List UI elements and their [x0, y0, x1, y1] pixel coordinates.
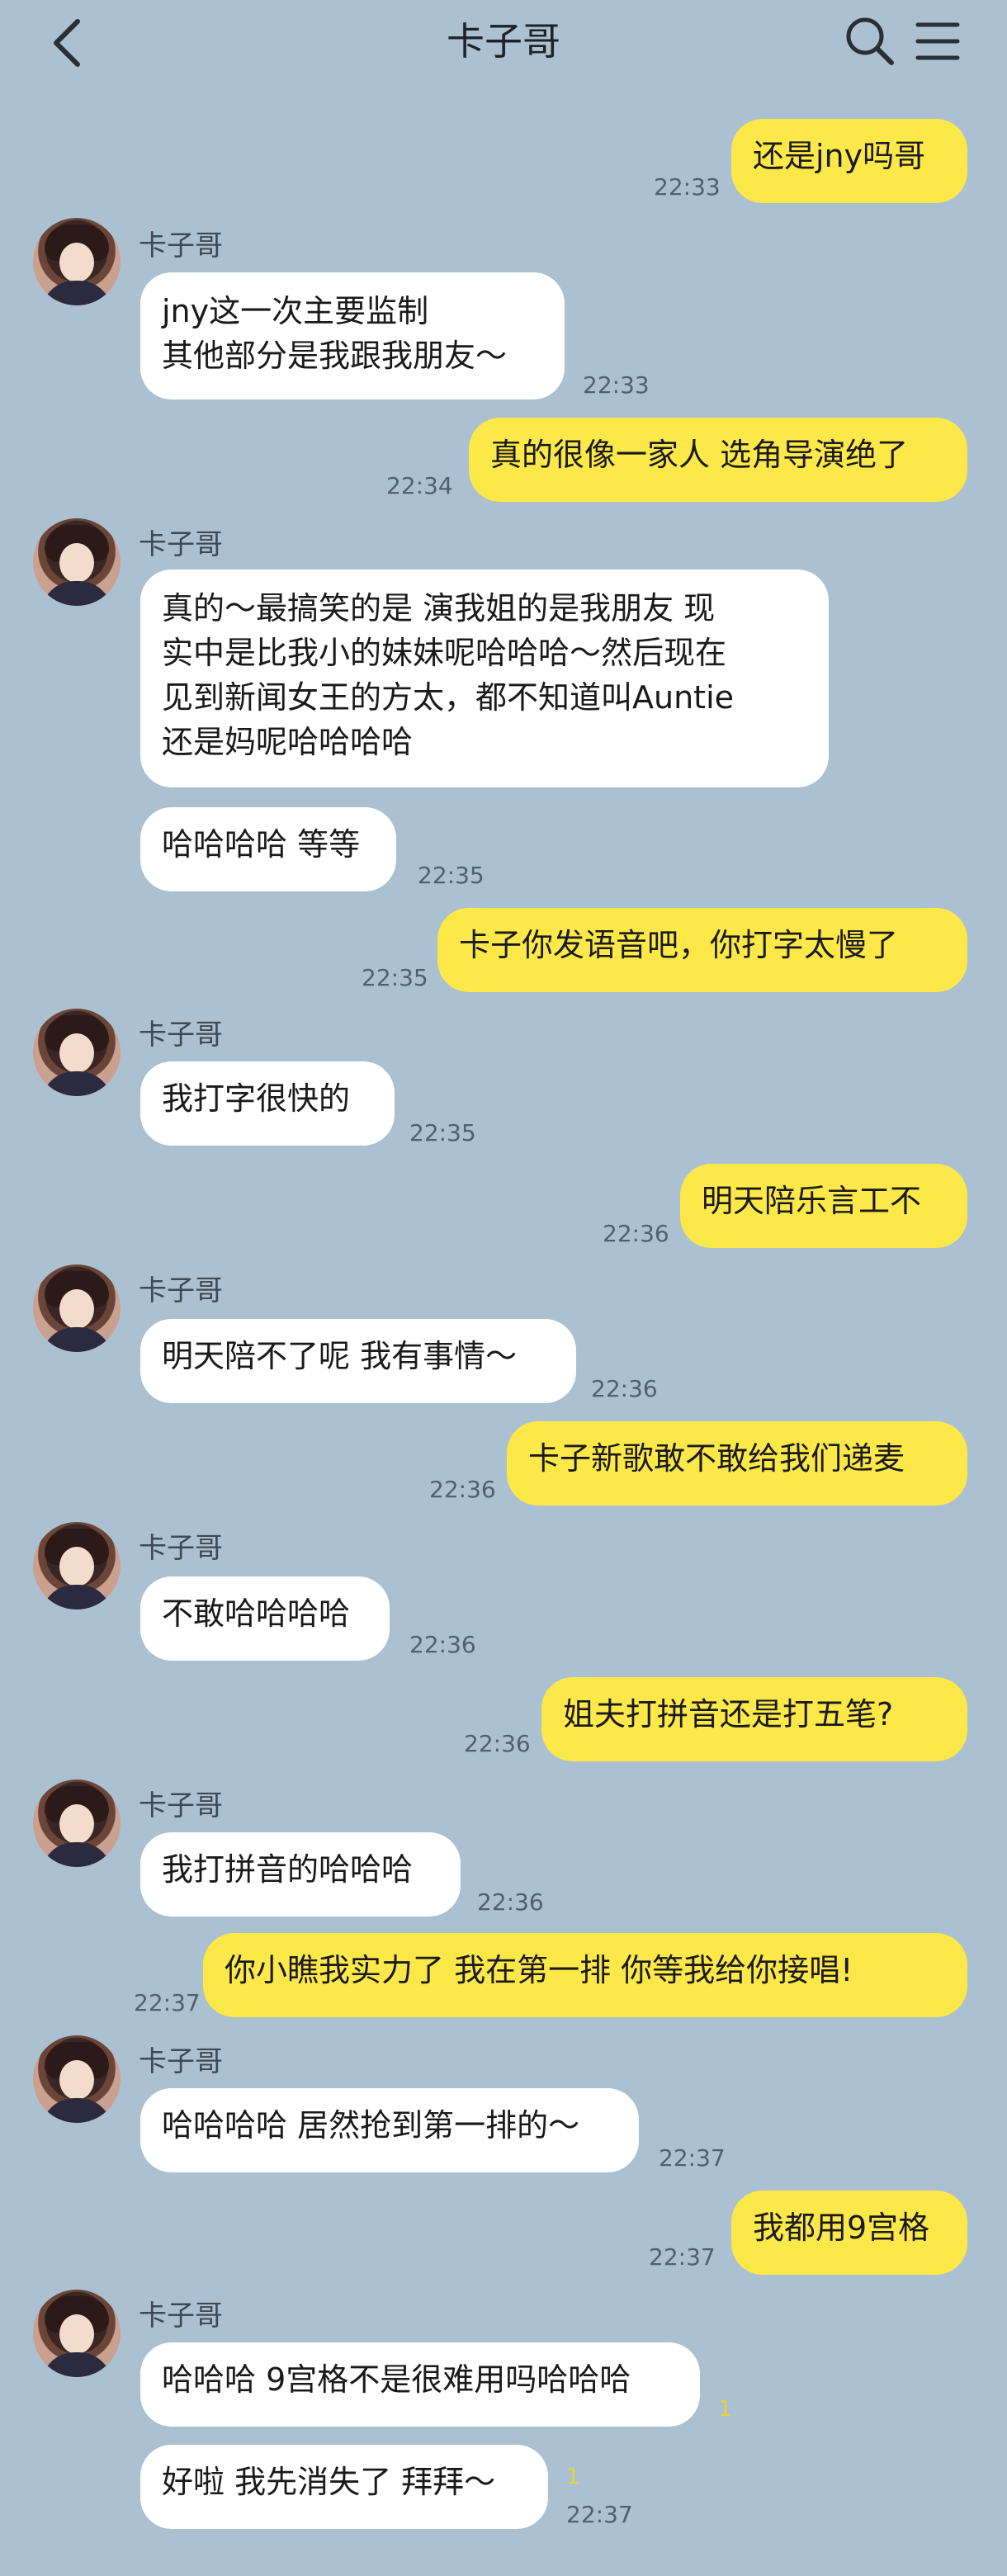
- avatar-face: [59, 243, 94, 282]
- message-timestamp: 22:37: [134, 1989, 201, 2016]
- incoming-message-bubble[interactable]: 好啦 我先消失了 拜拜～: [140, 2445, 548, 2529]
- incoming-message-bubble[interactable]: 明天陪不了呢 我有事情～: [140, 1319, 576, 1403]
- outgoing-message-bubble[interactable]: 姐夫打拼音还是打五笔?: [541, 1677, 967, 1761]
- search-button[interactable]: [840, 12, 898, 69]
- outgoing-message-bubble[interactable]: 你小瞧我实力了 我在第一排 你等我给你接唱!: [203, 1933, 967, 2017]
- avatar-face: [59, 1804, 94, 1844]
- incoming-message-bubble[interactable]: 哈哈哈 9宫格不是很难用吗哈哈哈: [140, 2342, 700, 2427]
- outgoing-message-bubble[interactable]: 卡子你发语音吧，你打字太慢了: [437, 908, 967, 992]
- menu-button[interactable]: [915, 18, 961, 64]
- sender-name: 卡子哥: [139, 528, 223, 561]
- outgoing-message-bubble[interactable]: 我都用9宫格: [731, 2191, 967, 2275]
- menu-icon: [915, 22, 960, 60]
- chat-screen: 卡子哥 还是jny吗哥 22:33 卡子哥 jny这一次主要监制 其他部分是我跟我朋友…: [0, 0, 1007, 2576]
- avatar[interactable]: [33, 1522, 121, 1609]
- incoming-message-bubble[interactable]: 哈哈哈哈 居然抢到第一排的～: [140, 2088, 639, 2172]
- outgoing-message-bubble[interactable]: 真的很像一家人 选角导演绝了: [469, 418, 967, 502]
- message-timestamp: 22:36: [591, 1375, 658, 1402]
- avatar-body: [41, 2098, 112, 2123]
- avatar-body: [41, 1327, 112, 1352]
- sender-name: 卡子哥: [139, 1274, 223, 1307]
- incoming-message-bubble[interactable]: 哈哈哈哈 等等: [140, 807, 396, 891]
- message-timestamp: 22:35: [409, 1119, 476, 1146]
- outgoing-message-bubble[interactable]: 卡子新歌敢不敢给我们递麦: [507, 1421, 967, 1505]
- avatar-face: [59, 1289, 94, 1329]
- outgoing-message-bubble[interactable]: 还是jny吗哥: [731, 119, 967, 203]
- message-timestamp: 22:37: [649, 2243, 716, 2271]
- avatar-body: [41, 1071, 112, 1096]
- sender-name: 卡子哥: [139, 1789, 223, 1822]
- search-icon: [846, 17, 894, 65]
- incoming-message-bubble[interactable]: jny这一次主要监制 其他部分是我跟我朋友～: [140, 272, 565, 399]
- avatar[interactable]: [33, 2290, 121, 2377]
- avatar-body: [41, 281, 112, 305]
- message-timestamp: 22:36: [409, 1631, 476, 1658]
- avatar[interactable]: [33, 1780, 121, 1867]
- sender-name: 卡子哥: [139, 229, 223, 262]
- message-timestamp: 22:35: [418, 862, 485, 889]
- incoming-message-bubble[interactable]: 真的～最搞笑的是 演我姐的是我朋友 现 实中是比我小的妹妹呢哈哈哈～然后现在 见…: [140, 570, 829, 787]
- message-timestamp: 22:36: [603, 1220, 669, 1247]
- message-timestamp: 22:36: [429, 1476, 496, 1503]
- unread-count: 1: [566, 2465, 580, 2489]
- message-timestamp: 22:33: [583, 371, 650, 399]
- message-timestamp: 22:36: [464, 1730, 531, 1757]
- incoming-message-bubble[interactable]: 我打字很快的: [140, 1061, 395, 1146]
- sender-name: 卡子哥: [139, 1532, 223, 1565]
- avatar-face: [59, 543, 94, 583]
- message-timestamp: 22:34: [386, 472, 453, 499]
- sender-name: 卡子哥: [139, 2045, 223, 2078]
- message-timestamp: 22:37: [659, 2144, 726, 2172]
- avatar-face: [59, 1547, 94, 1586]
- unread-count: 1: [718, 2397, 732, 2422]
- outgoing-message-bubble[interactable]: 明天陪乐言工不: [680, 1164, 967, 1248]
- avatar-body: [41, 1585, 112, 1609]
- avatar[interactable]: [33, 518, 121, 606]
- avatar-face: [59, 2060, 94, 2100]
- message-timestamp: 22:33: [654, 173, 721, 201]
- avatar-body: [41, 1842, 112, 1867]
- message-timestamp: 22:36: [477, 1888, 544, 1916]
- avatar-face: [59, 1033, 94, 1073]
- message-timestamp: 22:37: [566, 2501, 633, 2528]
- avatar[interactable]: [33, 1009, 121, 1096]
- avatar-body: [41, 581, 112, 606]
- avatar[interactable]: [33, 218, 121, 305]
- avatar[interactable]: [33, 2035, 121, 2123]
- avatar-face: [59, 2314, 94, 2354]
- chat-header: 卡子哥: [0, 0, 1007, 86]
- sender-name: 卡子哥: [139, 1019, 223, 1052]
- incoming-message-bubble[interactable]: 不敢哈哈哈哈: [140, 1576, 390, 1661]
- avatar[interactable]: [33, 1264, 121, 1352]
- avatar-body: [41, 2352, 112, 2377]
- incoming-message-bubble[interactable]: 我打拼音的哈哈哈: [140, 1832, 461, 1917]
- message-timestamp: 22:35: [362, 964, 428, 991]
- sender-name: 卡子哥: [139, 2299, 223, 2333]
